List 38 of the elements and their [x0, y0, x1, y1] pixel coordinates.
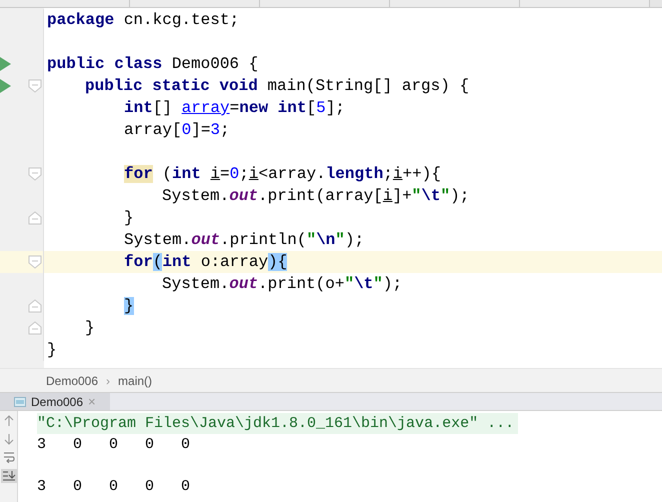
run-icon[interactable]	[0, 57, 11, 71]
code-line: public static void main(String[] args) {	[85, 76, 470, 97]
code-line: for(int o:array){	[124, 252, 288, 273]
breadcrumb-separator: ›	[106, 372, 110, 390]
fold-icon[interactable]	[28, 167, 42, 181]
up-arrow-icon[interactable]	[4, 415, 14, 427]
fold-icon[interactable]	[28, 79, 42, 93]
editor-tab[interactable]	[390, 0, 520, 7]
code-line: System.out.print(array[i]+"\t");	[162, 186, 470, 207]
editor-tab[interactable]	[260, 0, 390, 7]
run-tab-label: Demo006	[31, 394, 84, 410]
code-line: }	[47, 340, 57, 361]
editor-tab[interactable]	[0, 0, 130, 7]
soft-wrap-icon[interactable]	[2, 451, 14, 463]
fold-icon[interactable]	[28, 299, 42, 313]
code-line: for (int i=0;i<array.length;i++){	[124, 164, 441, 185]
code-line: int[] array=new int[5];	[124, 98, 345, 119]
console-output-line: 3 0 0 0 0	[37, 477, 190, 497]
code-line: }	[124, 208, 134, 229]
fold-icon[interactable]	[28, 255, 42, 269]
run-icon[interactable]	[0, 79, 11, 93]
run-tab[interactable]: Demo006 ×	[0, 393, 110, 410]
fold-icon[interactable]	[28, 321, 42, 335]
editor-tab[interactable]	[130, 0, 260, 7]
scroll-to-end-icon[interactable]	[0, 469, 16, 483]
fold-icon[interactable]	[28, 211, 42, 225]
code-line: public class Demo006 {	[47, 54, 258, 75]
code-line: System.out.println("\n");	[124, 230, 364, 251]
code-line: array[0]=3;	[124, 120, 230, 141]
breadcrumb-item[interactable]: Demo006	[46, 372, 98, 390]
console-output-line: 3 0 0 0 0	[37, 435, 190, 455]
code-line: }	[85, 318, 95, 339]
console-icon	[14, 396, 26, 406]
breadcrumb-item[interactable]: main()	[118, 372, 152, 390]
code-line: System.out.print(o+"\t");	[162, 274, 402, 295]
code-line: package cn.kcg.test;	[47, 10, 240, 31]
down-arrow-icon[interactable]	[4, 433, 14, 445]
editor-tab[interactable]	[520, 0, 650, 7]
